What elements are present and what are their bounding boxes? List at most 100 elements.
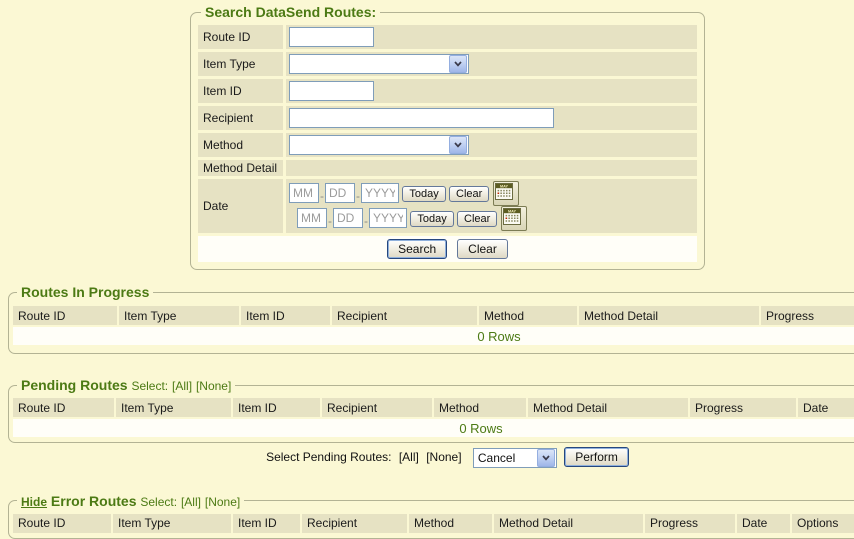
pending-routes-table: Route IDItem TypeItem IDRecipientMethodM…: [11, 396, 854, 439]
date-separator: -: [356, 189, 360, 203]
calendar-month-label: MAY: [508, 209, 517, 213]
route-id-input[interactable]: [289, 27, 374, 47]
column-header: Item ID: [233, 398, 320, 417]
end-date-today-button[interactable]: Today: [410, 211, 453, 227]
date-end-group: - - Today Clear MAY: [297, 206, 527, 231]
end-day-input[interactable]: [333, 208, 363, 228]
route-id-row: Route ID: [198, 25, 697, 49]
column-header: Progress: [690, 398, 796, 417]
date-label: Date: [198, 179, 283, 233]
method-detail-label: Method Detail: [198, 160, 283, 176]
method-label: Method: [198, 133, 283, 157]
column-header: Progress: [761, 306, 854, 325]
error-routes-title: Error Routes: [51, 493, 137, 509]
routes-in-progress-table: Route IDItem TypeItem IDRecipientMethodM…: [11, 304, 854, 347]
end-date-calendar-icon[interactable]: MAY: [501, 206, 527, 231]
date-start-group: - - Today Clear MAY: [289, 181, 519, 206]
column-header: Method: [479, 306, 577, 325]
table-header-row: Route IDItem TypeItem IDRecipientMethodM…: [13, 514, 854, 533]
column-header: Options: [792, 514, 854, 533]
chevron-down-icon: [449, 55, 467, 73]
column-header: Method Detail: [528, 398, 688, 417]
start-month-input[interactable]: [289, 183, 319, 203]
date-separator: -: [320, 189, 324, 203]
column-header: Method: [409, 514, 492, 533]
error-select-all-link[interactable]: [All]: [181, 495, 201, 509]
column-header: Recipient: [332, 306, 477, 325]
search-datasend-routes-form: Search DataSend Routes: Route ID Item Ty…: [190, 4, 705, 270]
page-content: Search DataSend Routes: Route ID Item Ty…: [0, 0, 854, 539]
method-detail-empty-cell: [286, 160, 697, 176]
column-header: Item Type: [119, 306, 239, 325]
date-separator: -: [328, 214, 332, 228]
date-row: Date -- Today Clear MAY: [198, 179, 697, 233]
action-select-all-link[interactable]: [All]: [399, 450, 419, 464]
empty-rows-message: 0 Rows: [13, 419, 854, 437]
column-header: Route ID: [13, 398, 114, 417]
pending-action-select[interactable]: Cancel: [473, 448, 557, 468]
table-header-row: Route IDItem TypeItem IDRecipientMethodM…: [13, 306, 854, 325]
error-routes-legend: Hide Error Routes Select: [All] [None]: [17, 493, 244, 509]
pending-action-selected-value: Cancel: [474, 451, 519, 465]
action-select-none-link[interactable]: [None]: [426, 450, 461, 464]
recipient-input[interactable]: [289, 108, 554, 128]
column-header: Item Type: [116, 398, 231, 417]
column-header: Item ID: [233, 514, 300, 533]
pending-routes-legend: Pending Routes Select: [All] [None]: [17, 377, 235, 393]
start-date-today-button[interactable]: Today: [402, 186, 445, 202]
routes-in-progress-legend: Routes In Progress: [17, 284, 153, 300]
perform-button[interactable]: Perform: [564, 447, 629, 467]
chevron-down-icon: [537, 449, 555, 467]
empty-rows-message: 0 Rows: [13, 327, 854, 345]
item-type-select[interactable]: [289, 54, 469, 74]
item-type-label: Item Type: [198, 52, 283, 76]
calendar-month-label: MAY: [500, 184, 509, 188]
item-type-row: Item Type: [198, 52, 697, 76]
select-label: Select:: [140, 495, 177, 509]
column-header: Recipient: [322, 398, 432, 417]
error-routes-section: Hide Error Routes Select: [All] [None] R…: [8, 493, 854, 539]
start-date-clear-button[interactable]: Clear: [449, 186, 489, 202]
date-separator: -: [364, 214, 368, 228]
end-date-clear-button[interactable]: Clear: [457, 211, 497, 227]
start-year-input[interactable]: [361, 183, 399, 203]
end-year-input[interactable]: [369, 208, 407, 228]
method-detail-row: Method Detail: [198, 160, 697, 176]
start-day-input[interactable]: [325, 183, 355, 203]
search-button[interactable]: Search: [387, 239, 447, 259]
chevron-down-icon: [449, 136, 467, 154]
item-id-label: Item ID: [198, 79, 283, 103]
column-header: Method Detail: [494, 514, 643, 533]
error-routes-table: Route IDItem TypeItem IDRecipientMethodM…: [11, 512, 854, 535]
column-header: Method Detail: [579, 306, 759, 325]
item-id-input[interactable]: [289, 81, 374, 101]
table-row: 0 Rows: [13, 327, 854, 345]
column-header: Date: [798, 398, 854, 417]
route-id-label: Route ID: [198, 25, 283, 49]
pending-select-none-link[interactable]: [None]: [196, 379, 231, 393]
hide-error-routes-link[interactable]: Hide: [21, 495, 47, 509]
column-header: Recipient: [302, 514, 407, 533]
column-header: Method: [434, 398, 526, 417]
form-clear-button[interactable]: Clear: [457, 239, 508, 259]
column-header: Item Type: [113, 514, 231, 533]
recipient-row: Recipient: [198, 106, 697, 130]
column-header: Route ID: [13, 306, 117, 325]
column-header: Date: [737, 514, 790, 533]
error-select-none-link[interactable]: [None]: [205, 495, 240, 509]
pending-select-all-link[interactable]: [All]: [172, 379, 192, 393]
column-header: Progress: [645, 514, 735, 533]
form-buttons-row: Search Clear: [198, 236, 697, 262]
column-header: Route ID: [13, 514, 111, 533]
routes-in-progress-section: Routes In Progress Route IDItem TypeItem…: [8, 284, 854, 354]
column-header: Item ID: [241, 306, 330, 325]
end-month-input[interactable]: [297, 208, 327, 228]
select-pending-routes-label: Select Pending Routes:: [266, 450, 391, 464]
select-label: Select:: [131, 379, 168, 393]
recipient-label: Recipient: [198, 106, 283, 130]
pending-routes-section: Pending Routes Select: [All] [None] Rout…: [8, 377, 854, 443]
search-form-legend: Search DataSend Routes:: [201, 4, 380, 20]
method-select[interactable]: [289, 135, 469, 155]
table-header-row: Route IDItem TypeItem IDRecipientMethodM…: [13, 398, 854, 417]
start-date-calendar-icon[interactable]: MAY: [493, 181, 519, 206]
